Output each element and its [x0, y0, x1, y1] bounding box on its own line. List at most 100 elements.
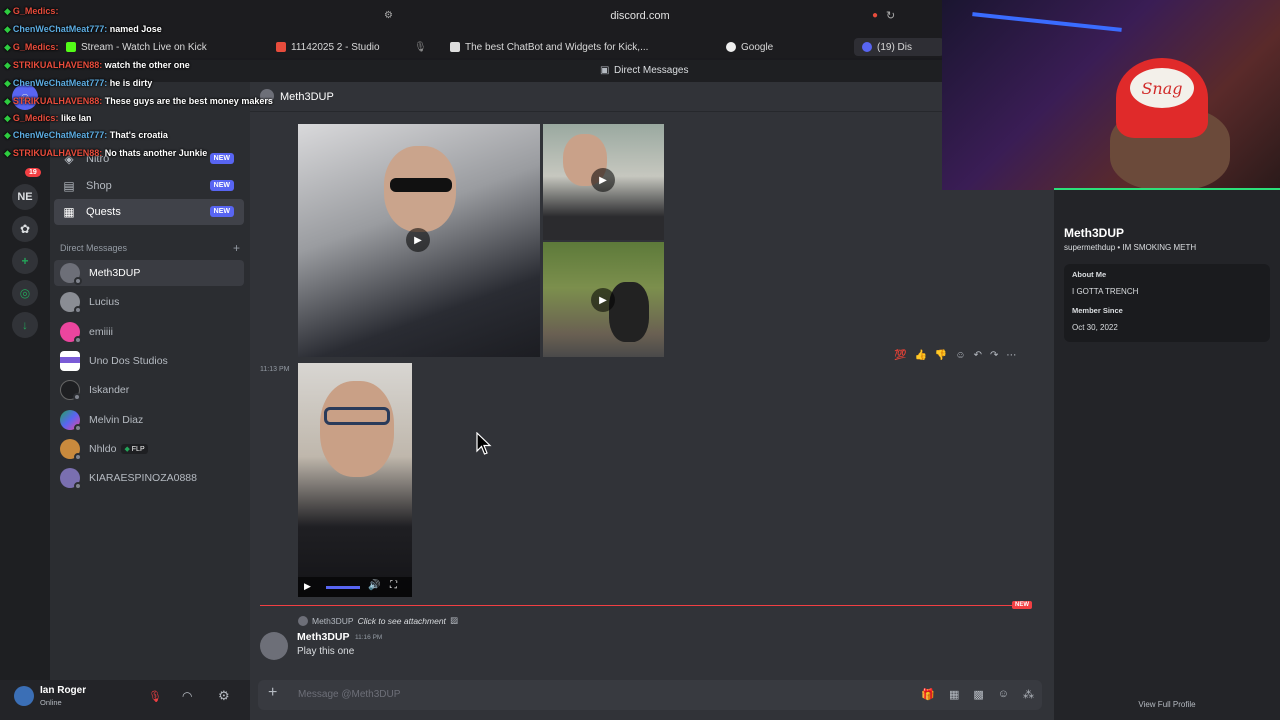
tune-icon[interactable]: ⚙: [384, 10, 393, 21]
dm-section-header: Direct Messages +: [60, 241, 240, 255]
status-dot: [73, 393, 81, 401]
chat-username: ChenWeChatMeat777:: [12, 130, 108, 140]
nav-shop[interactable]: ▤ Shop NEW: [54, 173, 244, 199]
apps-icon[interactable]: ⁂: [1023, 688, 1034, 701]
hundred-icon[interactable]: 💯: [894, 350, 906, 361]
reply-icon[interactable]: ↶: [974, 350, 982, 361]
video-attachment[interactable]: ▶: [543, 124, 664, 240]
play-icon[interactable]: ▶: [591, 168, 615, 192]
message-input[interactable]: Message @Meth3DUP: [298, 689, 400, 700]
dm-item[interactable]: Lucius: [54, 289, 244, 315]
dm-item[interactable]: Nhldo ◆ FLP: [54, 436, 244, 462]
tab-discord[interactable]: (19) Dis: [854, 38, 944, 56]
profile-name: Meth3DUP: [1064, 226, 1125, 240]
status-dot: [74, 453, 82, 461]
more-icon[interactable]: ⋯: [1006, 350, 1016, 361]
reply-preview[interactable]: Meth3DUP Click to see attachment ▨: [298, 615, 458, 626]
avatar: [60, 263, 82, 285]
server-icon-ne[interactable]: NE: [12, 184, 38, 210]
video-thumbnail-face: [320, 381, 394, 477]
mic-icon[interactable]: ●: [872, 10, 878, 21]
video-thumbnail-glasses: [390, 178, 452, 192]
window-title: Direct Messages: [614, 65, 689, 76]
chat-username: STRIKUALHAVEN88:: [12, 148, 103, 158]
webcam-overlay: Snag: [942, 0, 1280, 190]
message-timestamp: 11:13 PM: [260, 366, 290, 373]
new-badge: NEW: [209, 206, 234, 217]
mute-mic-icon[interactable]: 🎙: [148, 690, 162, 703]
avatar: [60, 410, 82, 432]
gif-icon[interactable]: ▦: [949, 688, 959, 701]
dm-item[interactable]: Meth3DUP: [54, 260, 244, 286]
forward-icon[interactable]: ↷: [990, 350, 998, 361]
avatar[interactable]: [14, 686, 34, 706]
message-composer[interactable]: + Message @Meth3DUP 🎁 ▦ ▩ ☺ ⁂: [258, 680, 1042, 710]
dm-name: Melvin Diaz: [89, 414, 144, 426]
chat-text: No thats another Junkie: [102, 148, 208, 158]
dm-item[interactable]: Iskander: [54, 377, 244, 403]
video-attachment[interactable]: ▶: [298, 124, 540, 357]
play-icon[interactable]: ▶: [406, 228, 430, 252]
badge-icon: ◆: [4, 130, 11, 140]
download-icon[interactable]: ↓: [12, 312, 38, 338]
dm-item[interactable]: KIARAESPINOZA0888: [54, 465, 244, 491]
gift-icon[interactable]: 🎁: [921, 688, 935, 701]
thumbs-down-icon[interactable]: 👎: [935, 350, 947, 361]
tab-studio[interactable]: 11142025 2 - Studio: [276, 38, 380, 56]
reply-author: Meth3DUP: [312, 615, 354, 626]
dm-item[interactable]: emiiii: [54, 319, 244, 345]
chat-username: ChenWeChatMeat777:: [12, 24, 108, 34]
tab-kick[interactable]: Stream - Watch Live on Kick: [66, 38, 207, 56]
video-thumbnail-figure: [609, 282, 649, 342]
add-server-icon[interactable]: +: [12, 248, 38, 274]
server-tag-label: FLP: [131, 446, 145, 453]
video-attachment[interactable]: ▶: [543, 242, 664, 357]
nav-quests[interactable]: ▦ Quests NEW: [54, 199, 244, 225]
chat-message: ◆ STRIKUALHAVEN88: watch the other one: [4, 60, 190, 71]
chat-text: watch the other one: [102, 60, 190, 70]
play-icon[interactable]: ▶: [591, 288, 615, 312]
reply-text: Click to see attachment: [357, 615, 446, 626]
cap-logo: Snag: [1130, 68, 1194, 108]
headphones-icon[interactable]: ◠: [182, 689, 192, 703]
view-full-profile-link[interactable]: View Full Profile: [1054, 700, 1280, 709]
message-author[interactable]: Meth3DUP: [297, 631, 350, 643]
user-panel: 🎙 ◠ ⚙: [0, 680, 250, 720]
dm-item[interactable]: Melvin Diaz: [54, 407, 244, 433]
emoji-icon[interactable]: ☺: [998, 688, 1009, 701]
avatar[interactable]: [260, 632, 288, 660]
tab-google[interactable]: Google: [726, 38, 773, 56]
play-icon[interactable]: ▶: [304, 581, 311, 592]
server-icon[interactable]: ✿: [12, 216, 38, 242]
sticker-icon[interactable]: ▩: [973, 688, 983, 701]
tab-label: Stream - Watch Live on Kick: [81, 41, 207, 53]
video-controls: ▶ 🔊 ⛶: [298, 577, 412, 597]
dm-item[interactable]: Uno Dos Studios: [54, 348, 244, 374]
chat-message: ◆ G_Medics:: [4, 42, 58, 53]
google-icon: [726, 42, 736, 52]
message-text: Play this one: [297, 646, 355, 657]
badge-icon: ◆: [4, 78, 11, 88]
fullscreen-icon[interactable]: ⛶: [390, 580, 397, 591]
thumbs-up-icon[interactable]: 👍: [914, 350, 926, 361]
settings-gear-icon[interactable]: ⚙: [218, 688, 230, 704]
avatar: [60, 468, 82, 490]
video-attachment[interactable]: ▶ 🔊 ⛶: [298, 363, 412, 597]
dm-name: Lucius: [89, 296, 120, 308]
tab-label: Google: [741, 41, 774, 53]
unread-badge: 19: [25, 168, 41, 177]
reload-icon[interactable]: ↻: [886, 9, 895, 22]
neon-strip: [1054, 188, 1280, 190]
webcam-cap: Snag: [1116, 58, 1208, 138]
create-dm-icon[interactable]: +: [233, 241, 240, 255]
about-text: I GOTTA TRENCH: [1072, 287, 1139, 296]
chat-text: named Jose: [107, 24, 162, 34]
add-reaction-icon[interactable]: ☺: [955, 350, 965, 361]
discover-icon[interactable]: ◎: [12, 280, 38, 306]
attach-plus-icon[interactable]: +: [268, 684, 277, 702]
volume-icon[interactable]: 🔊: [368, 580, 380, 591]
tab-chatbot[interactable]: The best ChatBot and Widgets for Kick,..…: [450, 38, 648, 56]
dm-name: emiiii: [89, 326, 113, 338]
chat-text: like Ian: [58, 113, 92, 123]
progress-bar[interactable]: [326, 586, 360, 589]
